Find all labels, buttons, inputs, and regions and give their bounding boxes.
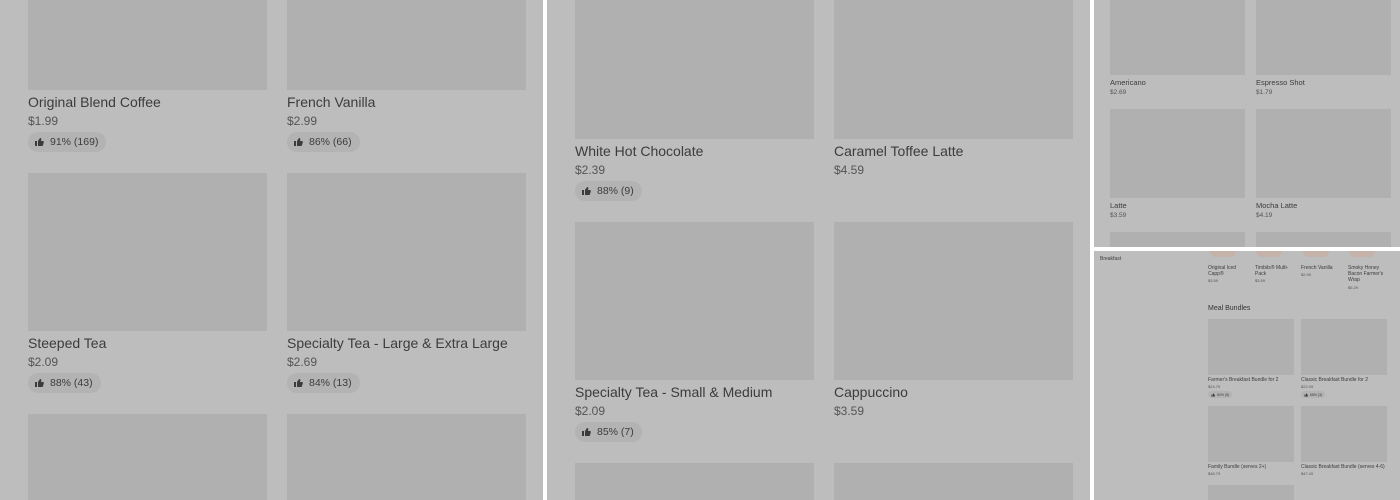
item-image[interactable]	[287, 173, 526, 331]
thumbs-up-icon	[35, 379, 44, 387]
item-price: $2.69	[1110, 89, 1127, 96]
item-image[interactable]	[1303, 251, 1329, 257]
rating-text: 84% (13)	[309, 377, 352, 389]
item-image[interactable]	[1208, 485, 1294, 500]
item-image[interactable]	[575, 0, 814, 139]
section-title: Meal Bundles	[1208, 305, 1251, 312]
item-image[interactable]	[834, 222, 1073, 380]
item-name[interactable]: Cappuccino	[834, 384, 908, 400]
item-price: $2.09	[28, 355, 59, 369]
thumbs-up-icon	[294, 379, 303, 387]
item-name[interactable]: Farmer's Breakfast Bundle for 2	[1208, 377, 1278, 383]
item-name[interactable]: Mocha Latte	[1256, 201, 1297, 210]
rating-badge: 68% (3)	[1301, 391, 1326, 398]
item-image[interactable]	[1110, 0, 1245, 75]
thumbs-up-icon	[582, 428, 591, 436]
item-name[interactable]: Original Iced Capp®	[1208, 265, 1250, 277]
rating-badge: 91% (169)	[28, 132, 107, 152]
item-name[interactable]: White Hot Chocolate	[575, 143, 703, 159]
rating-badge: 88% (43)	[28, 373, 101, 393]
item-name[interactable]: Steeped Tea	[28, 335, 106, 351]
item-image[interactable]	[1110, 109, 1245, 198]
item-price: $2.39	[575, 163, 606, 177]
item-price: $1.99	[28, 114, 59, 128]
item-price: $2.69	[287, 355, 318, 369]
item-image[interactable]	[287, 414, 526, 500]
item-price: $3.59	[834, 404, 865, 418]
rating-text: 88% (43)	[50, 377, 93, 389]
rating-text: 85% (7)	[597, 426, 634, 438]
thumbs-up-icon	[1211, 392, 1215, 397]
item-image[interactable]	[28, 173, 267, 331]
item-name[interactable]: Caramel Toffee Latte	[834, 143, 963, 159]
item-image[interactable]	[1349, 251, 1375, 257]
item-price: $2.99	[1301, 272, 1312, 277]
sidebar-category-label[interactable]: Breakfast	[1100, 256, 1121, 262]
item-price: $24.79	[1208, 384, 1221, 389]
item-name[interactable]: French Vanilla	[287, 94, 375, 110]
item-price: $3.59	[1208, 278, 1219, 283]
item-name[interactable]: Classic Breakfast Bundle (serves 4-6)	[1301, 464, 1385, 470]
item-name[interactable]: Family Bundle (serves 2+)	[1208, 464, 1266, 470]
item-name[interactable]: Original Blend Coffee	[28, 94, 161, 110]
item-name[interactable]: Smoky Honey Bacon Farmer's Wrap	[1348, 265, 1388, 283]
item-image[interactable]	[1256, 251, 1282, 257]
rating-badge: 80% (5)	[1208, 391, 1233, 398]
item-image[interactable]	[834, 463, 1073, 500]
item-price: $4.59	[834, 163, 865, 177]
item-image[interactable]	[1208, 406, 1294, 462]
item-image[interactable]	[1208, 319, 1294, 375]
item-price: $3.59	[1255, 278, 1266, 283]
item-image[interactable]	[1256, 109, 1391, 198]
item-price: $22.09	[1301, 384, 1314, 389]
item-price: $4.19	[1256, 212, 1273, 219]
item-name[interactable]: Latte	[1110, 201, 1127, 210]
item-price: $47.49	[1301, 471, 1314, 476]
item-image[interactable]	[28, 0, 267, 90]
item-image[interactable]	[1301, 319, 1387, 375]
item-image[interactable]	[1256, 232, 1391, 247]
item-image[interactable]	[575, 463, 814, 500]
item-name[interactable]: Specialty Tea - Small & Medium	[575, 384, 772, 400]
rating-text: 86% (66)	[309, 136, 352, 148]
rating-text: 91% (169)	[50, 136, 99, 148]
item-image[interactable]	[1110, 232, 1245, 247]
item-image[interactable]	[28, 414, 267, 500]
item-price: $3.59	[1110, 212, 1127, 219]
item-image[interactable]	[575, 222, 814, 380]
item-name[interactable]: French Vanilla	[1301, 265, 1333, 271]
item-name[interactable]: Americano	[1110, 78, 1146, 87]
item-name[interactable]: Timbits® Multi-Pack	[1255, 265, 1295, 277]
thumbs-up-icon	[35, 138, 44, 146]
rating-text: 68% (3)	[1310, 392, 1323, 397]
rating-text: 88% (9)	[597, 185, 634, 197]
rating-text: 80% (5)	[1217, 392, 1230, 397]
rating-badge: 88% (9)	[575, 181, 642, 201]
item-price: $1.79	[1256, 89, 1273, 96]
item-price: $46.79	[1208, 471, 1221, 476]
menu-panel-3: Americano $2.69 Espresso Shot $1.79 Latt…	[1094, 0, 1400, 247]
item-price: $5.29	[1348, 285, 1359, 290]
item-price: $2.09	[575, 404, 606, 418]
item-name[interactable]: Espresso Shot	[1256, 78, 1305, 87]
thumbs-up-icon	[294, 138, 303, 146]
item-image[interactable]	[1210, 251, 1236, 257]
thumbs-up-icon	[1304, 392, 1308, 397]
rating-badge: 86% (66)	[287, 132, 360, 152]
rating-badge: 84% (13)	[287, 373, 360, 393]
item-image[interactable]	[1256, 0, 1391, 75]
item-image[interactable]	[834, 0, 1073, 139]
thumbs-up-icon	[582, 187, 591, 195]
item-name[interactable]: Specialty Tea - Large & Extra Large	[287, 335, 508, 351]
item-image[interactable]	[1301, 406, 1387, 462]
item-price: $2.99	[287, 114, 318, 128]
menu-panel-1: Original Blend Coffee $1.99 91% (169) Fr…	[0, 0, 543, 500]
menu-panel-2: White Hot Chocolate $2.39 88% (9) Carame…	[547, 0, 1090, 500]
item-name[interactable]: Classic Breakfast Bundle for 2	[1301, 377, 1368, 383]
item-image[interactable]	[287, 0, 526, 90]
menu-panel-4: Breakfast Original Iced Capp® $3.59 Timb…	[1094, 251, 1400, 500]
rating-badge: 85% (7)	[575, 422, 642, 442]
